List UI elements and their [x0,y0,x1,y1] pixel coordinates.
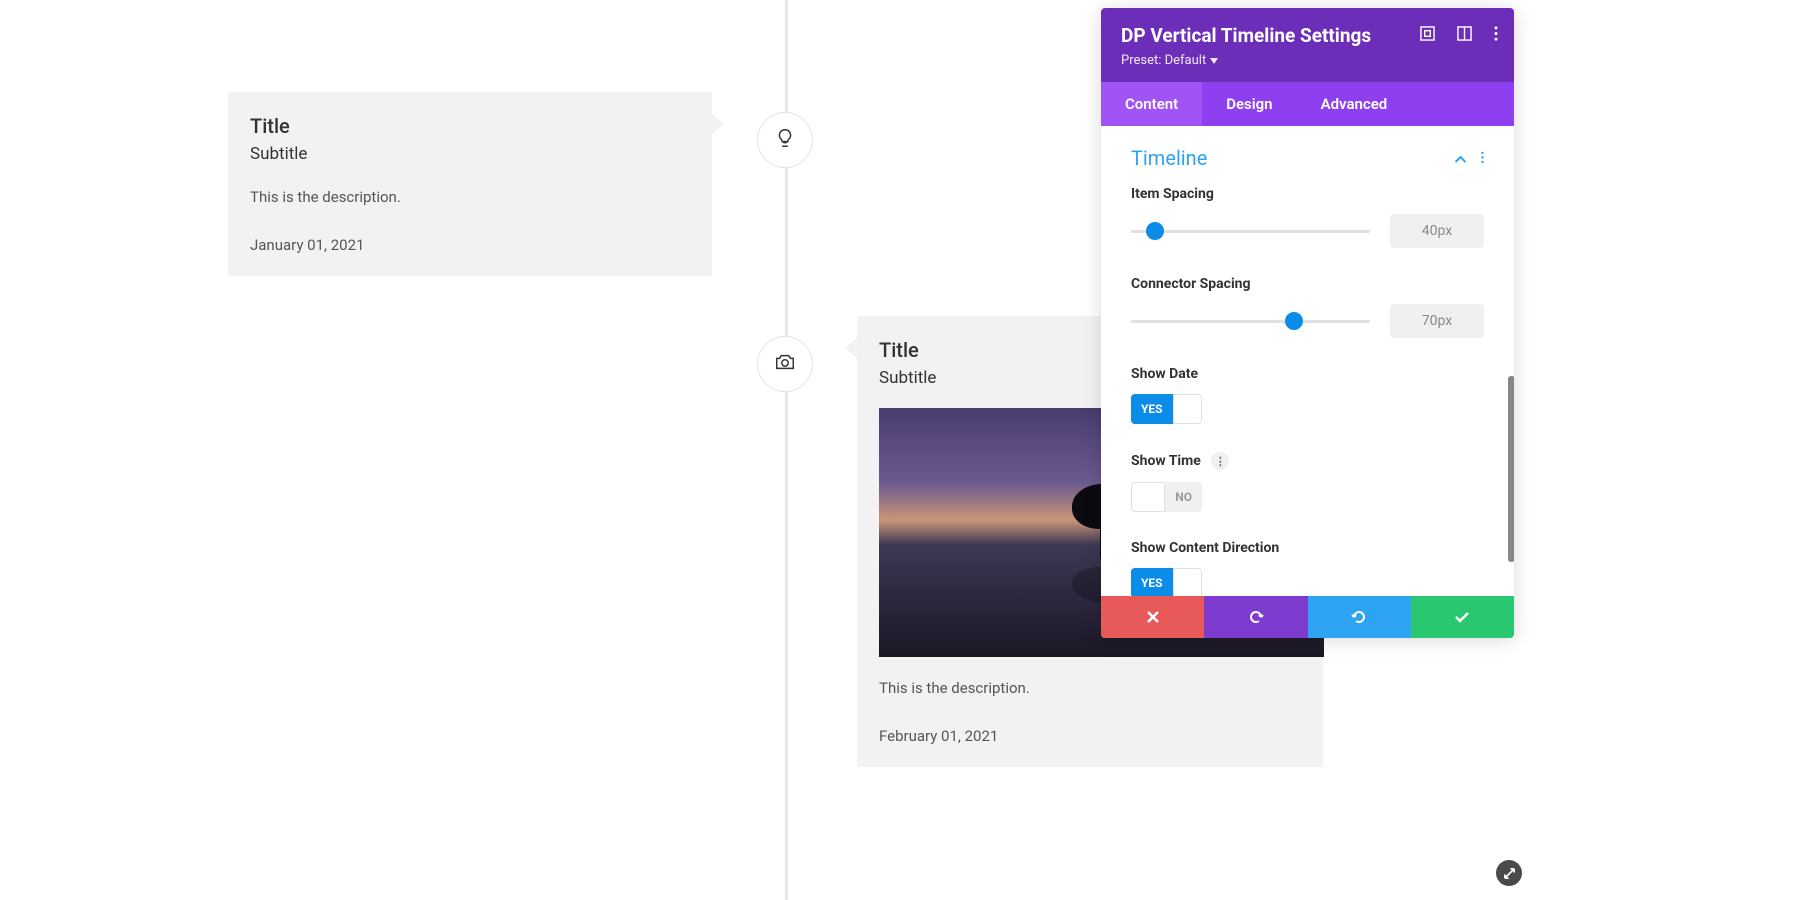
timeline-node-circle [757,336,813,392]
card-description: This is the description. [250,188,690,206]
panel-tabs: Content Design Advanced [1101,82,1514,126]
panel-body: Timeline Item Spacing Connector Spacing … [1101,126,1514,596]
tab-advanced[interactable]: Advanced [1297,82,1412,126]
redo-button[interactable] [1308,596,1411,638]
save-button[interactable] [1411,596,1514,638]
more-icon[interactable] [1494,26,1498,41]
close-button[interactable] [1101,596,1204,638]
options-icon[interactable]: ⋮ [1211,452,1229,470]
camera-icon [774,351,796,377]
item-spacing-input[interactable] [1390,214,1484,248]
timeline-item: Title Subtitle This is the description. … [0,92,1800,276]
timeline-node-circle [757,112,813,168]
preset-selector[interactable]: Preset: Default [1121,53,1494,68]
setting-show-time: Show Time ⋮ NO [1131,452,1484,512]
tab-design[interactable]: Design [1202,82,1296,126]
connector-spacing-input[interactable] [1390,304,1484,338]
panel-header: DP Vertical Timeline Settings Preset: De… [1101,8,1514,82]
scrollbar[interactable] [1508,376,1514,562]
lightbulb-icon [774,127,796,153]
show-content-direction-toggle[interactable]: YES [1131,568,1202,596]
card-description: This is the description. [879,679,1301,697]
expand-icon[interactable] [1420,26,1435,41]
show-date-toggle[interactable]: YES [1131,394,1202,424]
setting-show-date: Show Date YES [1131,366,1484,424]
section-header-timeline[interactable]: Timeline [1131,126,1484,186]
setting-connector-spacing: Connector Spacing [1131,276,1484,338]
show-time-toggle[interactable]: NO [1131,482,1202,512]
connector-spacing-slider[interactable] [1131,320,1370,323]
setting-show-content-direction: Show Content Direction YES [1131,540,1484,596]
more-icon[interactable] [1481,149,1484,168]
panel-footer [1101,596,1514,638]
resize-handle[interactable] [1496,860,1522,886]
card-subtitle: Subtitle [250,144,690,164]
tab-content[interactable]: Content [1101,82,1202,126]
timeline-item: Title Subtitle This is the description. … [0,316,1800,767]
item-spacing-slider[interactable] [1131,230,1370,233]
card-date: February 01, 2021 [879,727,1301,745]
timeline-card[interactable]: Title Subtitle This is the description. … [228,92,712,276]
card-date: January 01, 2021 [250,236,690,254]
settings-panel: DP Vertical Timeline Settings Preset: De… [1101,8,1514,638]
columns-icon[interactable] [1457,26,1472,41]
chevron-down-icon [1210,53,1218,68]
undo-button[interactable] [1204,596,1307,638]
setting-item-spacing: Item Spacing [1131,186,1484,248]
chevron-up-icon [1454,149,1467,168]
card-title: Title [250,114,690,138]
